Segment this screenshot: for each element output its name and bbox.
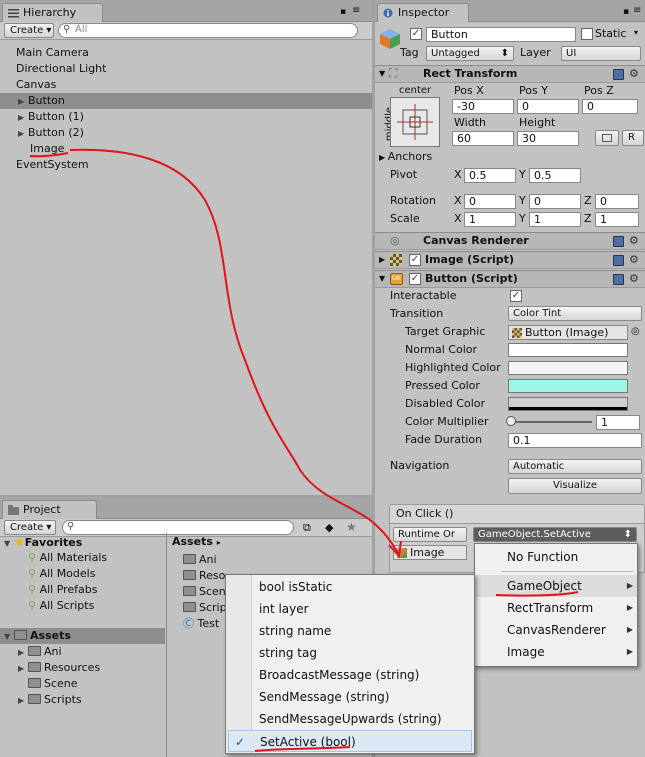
annotation-underline-setactive (254, 746, 351, 752)
annotation-underline-image (29, 152, 69, 158)
annotation-overlay (29, 148, 579, 752)
annotation-drag-arrow (69, 148, 399, 554)
annotation-underline-gameobject (495, 591, 579, 597)
